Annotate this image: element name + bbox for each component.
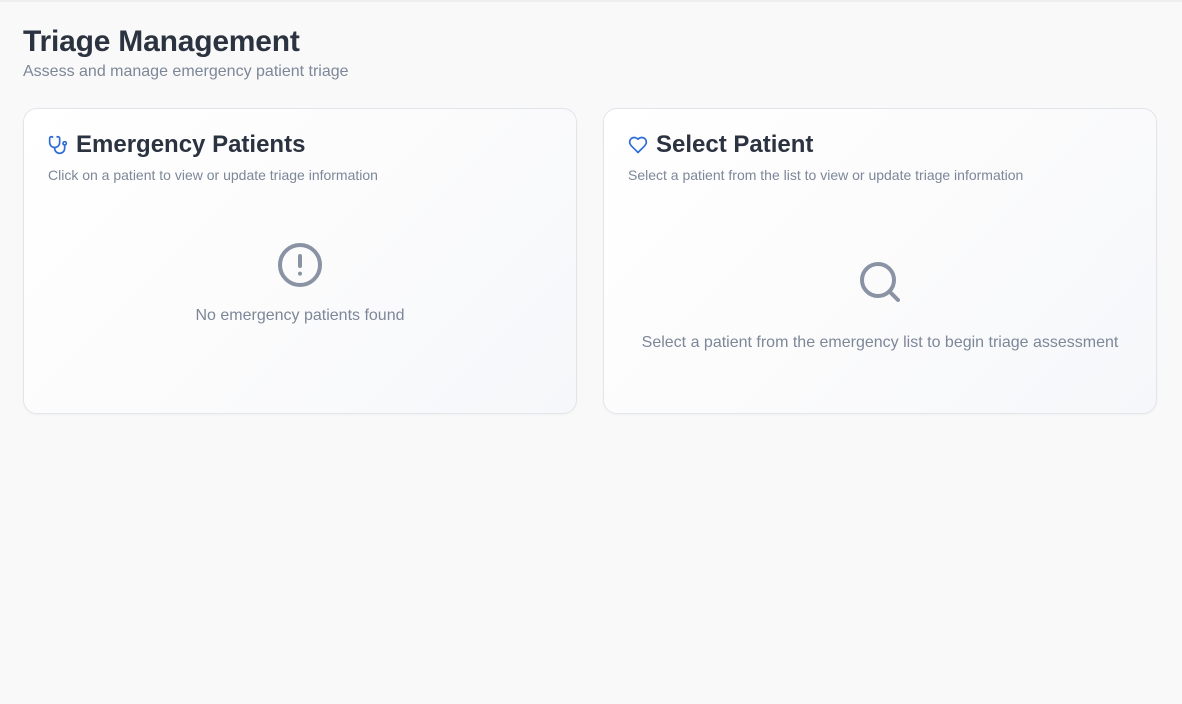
page-subtitle: Assess and manage emergency patient tria… bbox=[23, 63, 349, 80]
top-border bbox=[0, 0, 1182, 2]
stethoscope-icon bbox=[48, 135, 68, 155]
alert-circle-icon bbox=[276, 241, 324, 294]
emergency-patients-header: Emergency Patients Click on a patient to… bbox=[48, 131, 552, 184]
heart-icon bbox=[628, 135, 648, 155]
select-patient-empty-message: Select a patient from the emergency list… bbox=[641, 334, 1119, 351]
select-patient-description: Select a patient from the list to view o… bbox=[628, 167, 1024, 183]
emergency-patients-title: Emergency Patients bbox=[76, 131, 306, 158]
select-patient-empty-state: Select a patient from the emergency list… bbox=[604, 258, 1156, 353]
patients-empty-state: No emergency patients found bbox=[24, 241, 576, 326]
select-patient-title-row: Select Patient bbox=[628, 131, 1132, 159]
patients-empty-message: No emergency patients found bbox=[195, 307, 405, 324]
emergency-patients-card: Emergency Patients Click on a patient to… bbox=[23, 108, 577, 414]
select-patient-title: Select Patient bbox=[656, 131, 814, 158]
page-header: Triage Management Assess and manage emer… bbox=[23, 24, 349, 82]
emergency-patients-title-row: Emergency Patients bbox=[48, 131, 552, 159]
select-patient-card: Select Patient Select a patient from the… bbox=[603, 108, 1157, 414]
search-icon bbox=[856, 258, 904, 311]
page-title: Triage Management bbox=[23, 25, 300, 58]
emergency-patients-description: Click on a patient to view or update tri… bbox=[48, 167, 378, 183]
select-patient-header: Select Patient Select a patient from the… bbox=[628, 131, 1132, 184]
